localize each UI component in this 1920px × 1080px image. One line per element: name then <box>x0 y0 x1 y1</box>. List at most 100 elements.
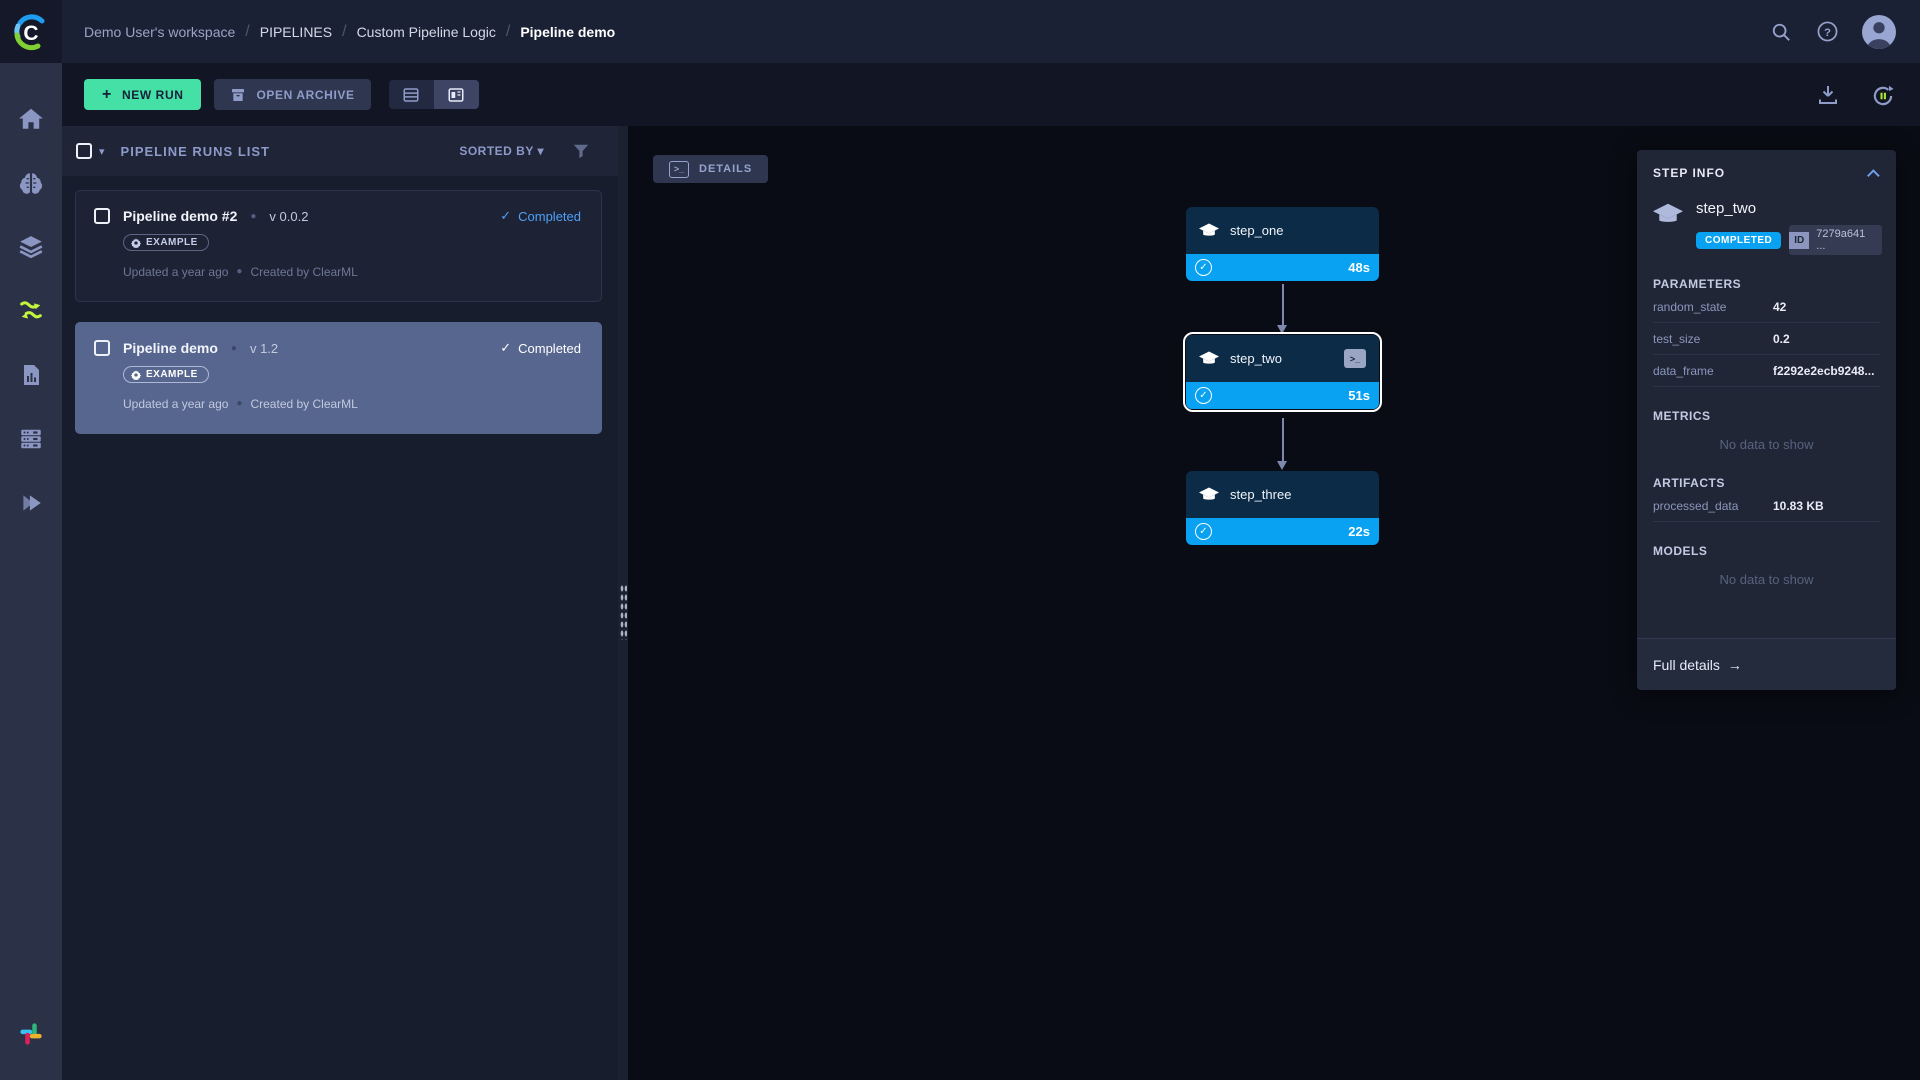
sidebar-item-workers-queues[interactable] <box>0 407 62 471</box>
breadcrumb-workspace[interactable]: Demo User's workspace <box>84 24 235 40</box>
runs-list-header: ▾ PIPELINE RUNS LIST SORTED BY ▾ <box>62 126 618 176</box>
parameter-row: data_frame f2292e2ecb9248... <box>1653 355 1880 387</box>
run-created-by: Created by ClearML <box>250 264 358 279</box>
breadcrumb-separator: / <box>505 22 511 40</box>
download-icon[interactable] <box>1816 83 1840 107</box>
parameter-label: data_frame <box>1653 364 1714 378</box>
step-cap-icon <box>1199 487 1219 500</box>
node-status-bar: ✓ 51s <box>1186 382 1379 409</box>
full-details-button[interactable]: Full details → <box>1637 638 1896 690</box>
terminal-icon[interactable]: >_ <box>1344 349 1366 368</box>
breadcrumb: Demo User's workspace / PIPELINES / Cust… <box>84 23 615 41</box>
dag-edge-one-two <box>1277 284 1287 334</box>
models-section-title: MODELS <box>1653 544 1708 558</box>
breadcrumb-pipelines[interactable]: PIPELINES <box>260 24 332 40</box>
artifacts-section-title: ARTIFACTS <box>1653 476 1725 490</box>
search-icon[interactable] <box>1770 21 1792 43</box>
gear-icon <box>131 237 141 248</box>
check-icon: ✓ <box>500 208 512 223</box>
parameter-value: f2292e2ecb9248... <box>1773 364 1875 378</box>
run-card-main-row: Pipeline demo #2 ● v 0.0.2 ✓ Completed <box>94 208 581 224</box>
help-icon[interactable]: ? <box>1816 21 1838 43</box>
node-name: step_two <box>1230 351 1283 366</box>
filter-icon[interactable] <box>572 142 590 160</box>
select-all-checkbox[interactable] <box>76 143 92 159</box>
run-tags-row: EXAMPLE <box>123 366 581 385</box>
parameter-row: test_size 0.2 <box>1653 323 1880 355</box>
artifact-label: processed_data <box>1653 499 1739 513</box>
run-name: Pipeline demo #2 <box>123 208 238 224</box>
run-card-pipeline-demo-2[interactable]: Pipeline demo #2 ● v 0.0.2 ✓ Completed E… <box>75 190 602 302</box>
tag-example[interactable]: EXAMPLE <box>123 234 209 251</box>
pipeline-toolbar: + NEW RUN OPEN ARCHIVE <box>62 63 1920 126</box>
user-avatar[interactable] <box>1862 14 1896 49</box>
dag-node-step-three[interactable]: step_three ✓ 22s <box>1186 471 1379 545</box>
tag-example[interactable]: EXAMPLE <box>123 366 209 383</box>
sidebar-item-projects[interactable] <box>0 151 62 215</box>
runs-list-title: PIPELINE RUNS LIST <box>120 143 270 159</box>
node-status-bar: ✓ 22s <box>1186 518 1379 545</box>
step-info-title: STEP INFO <box>1653 166 1726 180</box>
parameter-value: 42 <box>1773 300 1787 314</box>
table-view-toggle[interactable] <box>388 80 434 109</box>
split-view-toggle[interactable] <box>433 80 479 109</box>
node-name: step_one <box>1230 223 1284 238</box>
dag-node-step-one[interactable]: step_one ✓ 48s <box>1186 207 1379 281</box>
view-toggle <box>388 80 479 109</box>
run-version: v 0.0.2 <box>269 208 309 224</box>
models-empty-state: No data to show <box>1719 572 1814 587</box>
run-updated: Updated a year ago <box>123 264 229 279</box>
sidebar-item-home[interactable] <box>0 87 62 151</box>
parameters-section-title: PARAMETERS <box>1653 277 1742 291</box>
node-duration: 22s <box>1348 524 1370 539</box>
parameter-value: 0.2 <box>1773 332 1790 346</box>
svg-text:C: C <box>23 22 38 45</box>
parameter-row: random_state 42 <box>1653 291 1880 323</box>
run-status-label: Completed <box>518 340 581 356</box>
run-checkbox[interactable] <box>94 340 110 356</box>
dag-node-step-two-selected[interactable]: step_two >_ ✓ 51s <box>1183 332 1382 412</box>
sidebar-item-slack[interactable] <box>0 1002 62 1066</box>
parameter-label: random_state <box>1653 300 1727 314</box>
step-identity-text: step_two COMPLETED ID 7279a641 ... <box>1696 200 1882 255</box>
run-checkbox[interactable] <box>94 208 110 224</box>
open-archive-label: OPEN ARCHIVE <box>256 87 355 102</box>
step-info-header: STEP INFO <box>1637 150 1896 182</box>
step-cap-icon <box>1199 223 1219 236</box>
details-button[interactable]: >_ DETAILS <box>653 155 769 183</box>
sorted-by-caret-icon: ▾ <box>537 144 544 158</box>
open-archive-button[interactable]: OPEN ARCHIVE <box>214 79 371 110</box>
id-label: ID <box>1789 231 1810 249</box>
resizer-drag-handle[interactable] <box>620 584 627 640</box>
breadcrumb-separator: / <box>342 22 347 40</box>
sidebar-item-applications[interactable] <box>0 471 62 535</box>
run-card-main-row: Pipeline demo ● v 1.2 ✓ Completed <box>94 340 581 356</box>
tag-label: EXAMPLE <box>146 369 198 380</box>
sidebar-item-pipelines[interactable] <box>0 279 62 343</box>
node-title-row: step_three <box>1186 471 1379 518</box>
breadcrumb-current-run: Pipeline demo <box>520 23 616 40</box>
run-name: Pipeline demo <box>123 340 218 356</box>
step-id-chip[interactable]: ID 7279a641 ... <box>1789 225 1882 255</box>
metrics-empty-state: No data to show <box>1719 437 1814 452</box>
sorted-by-button[interactable]: SORTED BY ▾ <box>459 144 544 158</box>
step-info-panel: STEP INFO step_two COMPLETED ID 7279a641… <box>1637 150 1896 690</box>
toolbar-right-actions <box>1816 83 1894 107</box>
tag-label: EXAMPLE <box>146 237 198 248</box>
breadcrumb-project[interactable]: Custom Pipeline Logic <box>357 24 496 40</box>
dot-separator: ● <box>236 398 243 409</box>
run-updated: Updated a year ago <box>123 396 229 411</box>
step-cap-icon <box>1199 351 1219 364</box>
clearml-logo[interactable]: C <box>0 0 62 63</box>
select-dropdown-caret-icon[interactable]: ▾ <box>99 145 105 158</box>
sorted-by-label: SORTED BY <box>459 144 534 158</box>
clearml-app: C Demo User's workspace / PIPELINES / Cu… <box>0 0 1920 1080</box>
table-view-icon <box>403 87 419 102</box>
sidebar-item-reports[interactable] <box>0 343 62 407</box>
svg-text:?: ? <box>1824 27 1831 39</box>
run-card-pipeline-demo-selected[interactable]: Pipeline demo ● v 1.2 ✓ Completed EXAMPL… <box>75 322 602 434</box>
dag-node-step-two[interactable]: step_two >_ ✓ 51s <box>1186 335 1379 409</box>
new-run-button[interactable]: + NEW RUN <box>84 79 202 110</box>
sidebar-item-datasets[interactable] <box>0 215 62 279</box>
auto-refresh-pause-icon[interactable] <box>1870 83 1894 107</box>
